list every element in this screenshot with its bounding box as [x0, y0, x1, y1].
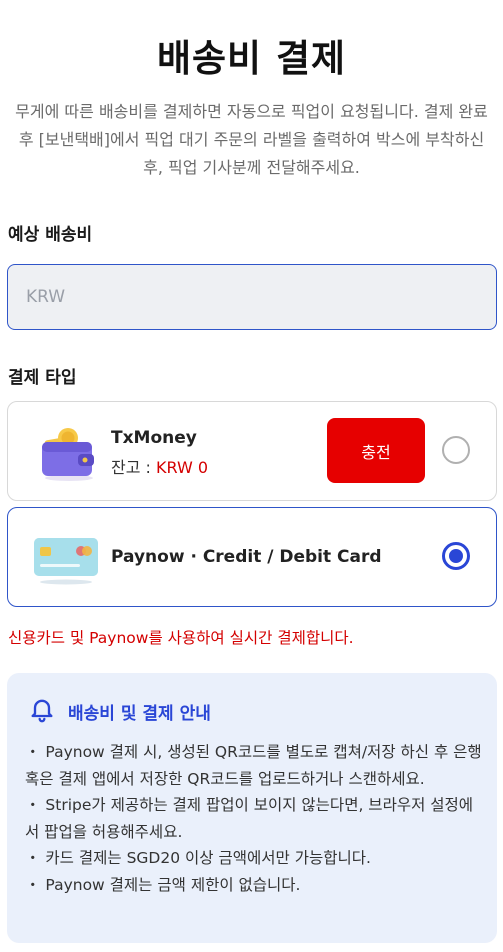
page-title: 배송비 결제 — [156, 37, 347, 80]
paynow-radio[interactable] — [442, 542, 470, 570]
txmoney-balance: 잔고 : KRW 0 — [111, 454, 208, 478]
payment-option-txmoney[interactable]: TxMoney 잔고 : KRW 0 충전 — [7, 401, 497, 501]
info-item: ・ 카드 결제는 SGD20 이상 금액에서만 가능합니다. — [25, 849, 371, 867]
credit-card-icon — [34, 538, 98, 585]
txmoney-name: TxMoney — [111, 428, 197, 448]
estimated-fee-label: 예상 배송비 — [8, 225, 93, 245]
info-item: ・ Paynow 결제 시, 생성된 QR코드를 별도로 캡쳐/저장 하신 후 … — [25, 743, 482, 788]
wallet-icon — [42, 428, 94, 481]
estimated-fee-input[interactable] — [7, 264, 497, 330]
payment-type-label: 결제 타입 — [8, 368, 77, 388]
charge-button[interactable]: 충전 — [327, 418, 425, 483]
page-description: 무게에 따른 배송비를 결제하면 자동으로 픽업이 요청됩니다. 결제 완료 후… — [15, 102, 488, 177]
payment-note: 신용카드 및 Paynow를 사용하여 실시간 결제합니다. — [8, 629, 354, 647]
balance-label: 잔고 : — [111, 458, 157, 477]
balance-value: KRW 0 — [156, 458, 209, 477]
paynow-name: Paynow · Credit / Debit Card — [111, 547, 382, 567]
info-box: 배송비 및 결제 안내 ・ Paynow 결제 시, 생성된 QR코드를 별도로… — [7, 673, 497, 943]
payment-option-paynow[interactable]: Paynow · Credit / Debit Card — [7, 507, 497, 607]
info-title: 배송비 및 결제 안내 — [68, 704, 211, 724]
bell-icon — [31, 699, 53, 723]
info-list: ・ Paynow 결제 시, 생성된 QR코드를 별도로 캡쳐/저장 하신 후 … — [25, 739, 485, 898]
info-item: ・ Paynow 결제는 금액 제한이 없습니다. — [25, 875, 301, 894]
txmoney-radio[interactable] — [442, 436, 470, 464]
info-item: ・ Stripe가 제공하는 결제 팝업이 보이지 않는다면, 브라우저 설정에… — [25, 796, 474, 841]
